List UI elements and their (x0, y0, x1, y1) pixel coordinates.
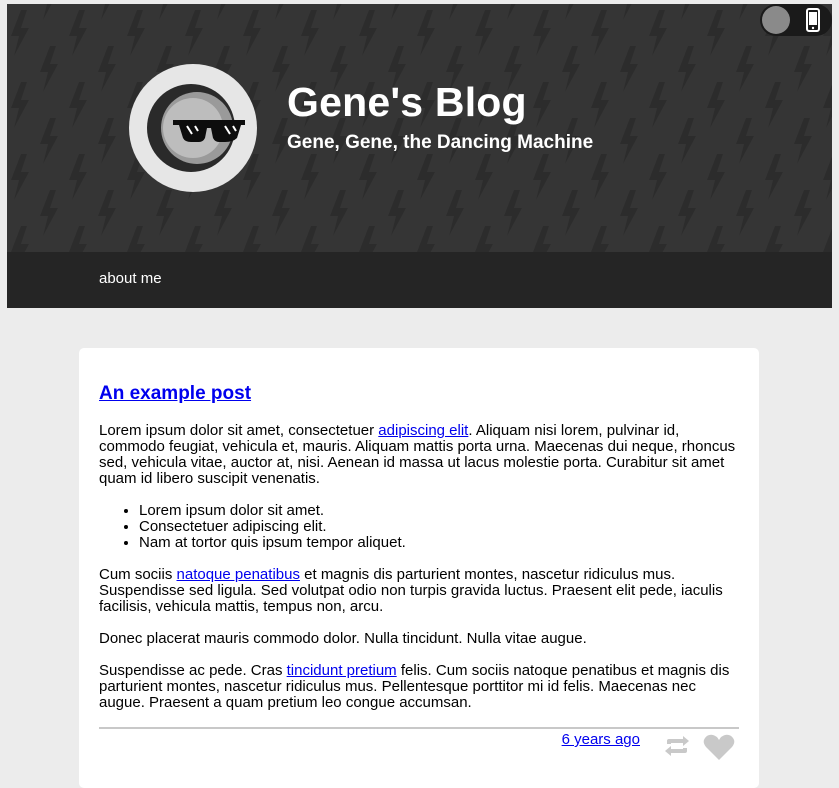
post-body: An example post Lorem ipsum dolor sit am… (99, 382, 739, 727)
post-paragraph: Suspendisse ac pede. Cras tincidunt pret… (99, 663, 739, 711)
blog-subtitle: Gene, Gene, the Dancing Machine (287, 132, 594, 153)
inline-link[interactable]: natoque penatibus (177, 566, 300, 583)
sunglasses-face-icon (129, 64, 257, 192)
mobile-view-toggle[interactable] (760, 4, 832, 36)
heart-icon[interactable] (703, 733, 735, 766)
post-card: An example post Lorem ipsum dolor sit am… (79, 348, 759, 788)
post-title: An example post (99, 382, 739, 406)
blockquote: Donec placerat mauris commodo dolor. Nul… (99, 630, 587, 647)
paragraph-text: Suspendisse ac pede. Cras (99, 662, 287, 679)
post-paragraph: Lorem ipsum dolor sit amet, consectetuer… (99, 423, 739, 487)
bullet-list: Lorem ipsum dolor sit amet. Consectetuer… (99, 503, 739, 551)
toggle-knob (762, 6, 790, 34)
reblog-icon[interactable] (663, 735, 691, 762)
blog-title: Gene's Blog (287, 79, 527, 125)
blog-header: Gene's Blog Gene, Gene, the Dancing Mach… (7, 4, 832, 308)
paragraph-text: Lorem ipsum dolor sit amet, consectetuer (99, 422, 379, 439)
post-date-link[interactable]: 6 years ago (562, 731, 640, 749)
post-title-link[interactable]: An example post (99, 383, 251, 404)
paragraph-text: Cum sociis (99, 566, 177, 583)
nav-bar: about me (7, 252, 832, 308)
inline-link[interactable]: tincidunt pretium (287, 662, 397, 679)
avatar[interactable] (129, 64, 257, 192)
list-item: Nam at tortor quis ipsum tempor aliquet. (139, 535, 739, 551)
post-footer: 6 years ago (99, 727, 739, 769)
inline-link[interactable]: adipiscing elit (378, 422, 468, 439)
list-item: Lorem ipsum dolor sit amet. (139, 503, 739, 519)
post-paragraph: Cum sociis natoque penatibus et magnis d… (99, 567, 739, 615)
mobile-phone-icon (806, 8, 820, 37)
list-item: Consectetuer adipiscing elit. (139, 519, 739, 535)
nav-link-about-me[interactable]: about me (99, 270, 162, 288)
